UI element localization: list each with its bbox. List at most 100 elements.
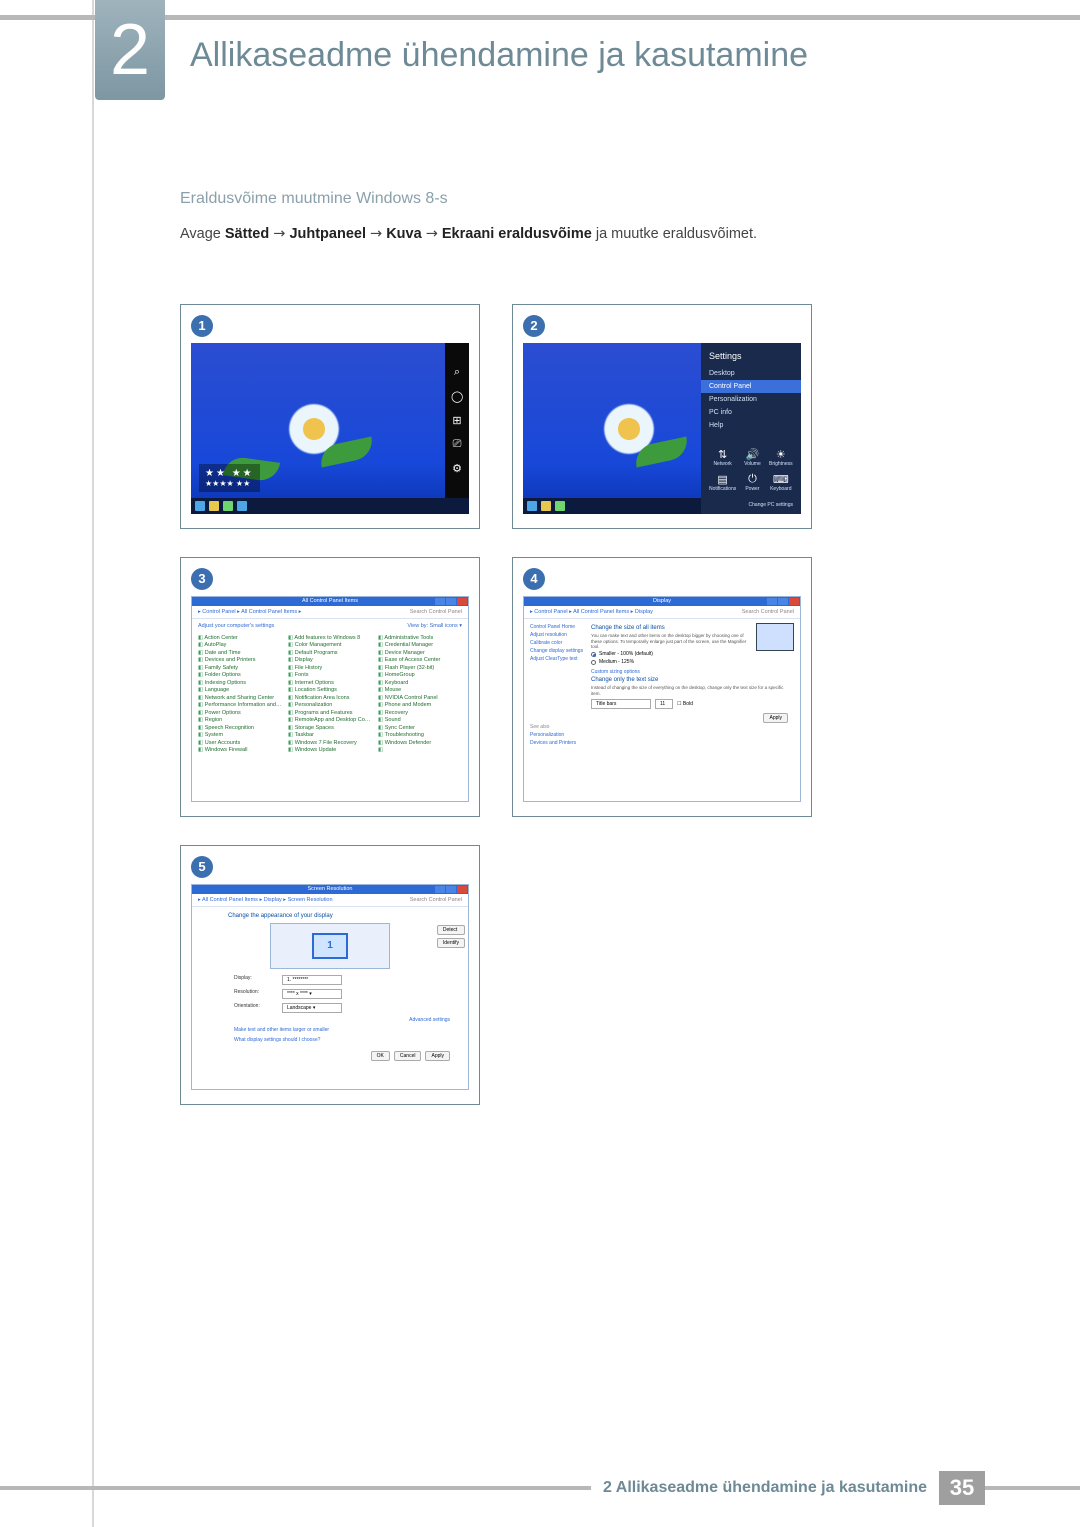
cp-item[interactable]: Internet Options — [288, 680, 372, 686]
cp-item[interactable]: Flash Player (32-bit) — [378, 665, 462, 671]
search-icon[interactable]: ⌕ — [451, 366, 463, 378]
max-button[interactable] — [778, 598, 788, 605]
cp-item[interactable]: Troubleshooting — [378, 732, 462, 738]
bold-checkbox[interactable]: ☐ Bold — [677, 701, 693, 707]
resolution-dropdown[interactable]: **** x **** ▾ — [282, 989, 342, 999]
taskbar-explorer-icon[interactable] — [541, 501, 551, 511]
advanced-settings-link[interactable]: Advanced settings — [409, 1017, 450, 1023]
cp-item[interactable] — [378, 747, 462, 753]
cp-item[interactable]: Region — [198, 717, 282, 723]
cp-item[interactable]: Keyboard — [378, 680, 462, 686]
cp-item[interactable]: Windows Update — [288, 747, 372, 753]
cp-item[interactable]: Devices and Printers — [198, 657, 282, 663]
min-button[interactable] — [767, 598, 777, 605]
cp-item[interactable]: Sound — [378, 717, 462, 723]
network-icon[interactable]: ⇅Network — [709, 448, 736, 467]
breadcrumb[interactable]: ▸ Control Panel ▸ All Control Panel Item… — [192, 606, 468, 619]
cp-item[interactable]: Sync Center — [378, 725, 462, 731]
volume-icon[interactable]: 🔊Volume — [740, 448, 764, 467]
cp-item[interactable]: Family Safety — [198, 665, 282, 671]
cp-item[interactable]: Speech Recognition — [198, 725, 282, 731]
cp-item[interactable]: Add features to Windows 8 — [288, 635, 372, 641]
max-button[interactable] — [446, 886, 456, 893]
radio-smaller[interactable]: Smaller - 100% (default) — [591, 650, 752, 658]
seealso-devices[interactable]: Devices and Printers — [530, 739, 585, 747]
cp-item[interactable]: Location Settings — [288, 687, 372, 693]
breadcrumb[interactable]: ▸ Control Panel ▸ All Control Panel Item… — [524, 606, 800, 619]
viewby-dropdown[interactable]: View by: Small icons ▾ — [407, 623, 462, 629]
window-titlebar[interactable]: Display — [524, 597, 800, 606]
cp-item[interactable]: File History — [288, 665, 372, 671]
radio-medium[interactable]: Medium - 125% — [591, 658, 752, 666]
sidebar-cleartype[interactable]: Adjust ClearType text — [530, 655, 585, 663]
settings-icon[interactable]: ⚙ — [451, 462, 463, 474]
cp-item[interactable]: Indexing Options — [198, 680, 282, 686]
cancel-button[interactable]: Cancel — [394, 1051, 422, 1061]
settings-item-pcinfo[interactable]: PC info — [709, 406, 793, 419]
cp-item[interactable]: System — [198, 732, 282, 738]
cp-item[interactable]: Folder Options — [198, 672, 282, 678]
taskbar-icon[interactable] — [223, 501, 233, 511]
custom-sizing-link[interactable]: Custom sizing options — [591, 666, 752, 675]
orientation-dropdown[interactable]: Landscape ▾ — [282, 1003, 342, 1013]
monitor-icon[interactable]: 1 — [312, 933, 348, 959]
devices-icon[interactable]: ⎚ — [451, 438, 463, 450]
cp-item[interactable]: RemoteApp and Desktop Connections — [288, 717, 372, 723]
cp-item[interactable]: HomeGroup — [378, 672, 462, 678]
cp-item[interactable]: Date and Time — [198, 650, 282, 656]
cp-item[interactable]: Phone and Modem — [378, 702, 462, 708]
breadcrumb[interactable]: ▸ All Control Panel Items ▸ Display ▸ Sc… — [192, 894, 468, 907]
cp-item[interactable]: Administrative Tools — [378, 635, 462, 641]
settings-item-desktop[interactable]: Desktop — [709, 367, 793, 380]
settings-item-help[interactable]: Help — [709, 419, 793, 432]
close-button[interactable] — [789, 598, 799, 605]
sidebar-adjust-resolution[interactable]: Adjust resolution — [530, 631, 585, 639]
cp-item[interactable]: Language — [198, 687, 282, 693]
cp-item[interactable]: Default Programs — [288, 650, 372, 656]
sidebar-change-display-settings[interactable]: Change display settings — [530, 647, 585, 655]
cp-item[interactable]: Action Center — [198, 635, 282, 641]
search-input[interactable]: Search Control Panel — [742, 609, 794, 615]
cp-item[interactable]: Personalization — [288, 702, 372, 708]
share-icon[interactable]: ◯ — [451, 390, 463, 402]
identify-button[interactable]: Identify — [437, 938, 465, 948]
close-button[interactable] — [457, 598, 467, 605]
taskbar-icon[interactable] — [237, 501, 247, 511]
cp-item[interactable]: Ease of Access Center — [378, 657, 462, 663]
cp-item[interactable]: Fonts — [288, 672, 372, 678]
min-button[interactable] — [435, 598, 445, 605]
ok-button[interactable]: OK — [371, 1051, 390, 1061]
cp-item[interactable]: Color Management — [288, 642, 372, 648]
cp-item[interactable]: Taskbar — [288, 732, 372, 738]
taskbar-ie-icon[interactable] — [195, 501, 205, 511]
cp-item[interactable]: Network and Sharing Center — [198, 695, 282, 701]
seealso-personalization[interactable]: Personalization — [530, 731, 585, 739]
apply-button[interactable]: Apply — [763, 713, 788, 723]
window-titlebar[interactable]: All Control Panel Items — [192, 597, 468, 606]
cp-item[interactable]: Credential Manager — [378, 642, 462, 648]
notifications-icon[interactable]: ▤Notifications — [709, 473, 736, 492]
display-preview[interactable]: 1 — [270, 923, 390, 969]
cp-item[interactable]: Windows Defender — [378, 740, 462, 746]
cp-item[interactable]: Performance Information and Tools — [198, 702, 282, 708]
cp-item[interactable]: Windows Firewall — [198, 747, 282, 753]
what-settings-link[interactable]: What display settings should I choose? — [200, 1035, 460, 1045]
cp-item[interactable]: Storage Spaces — [288, 725, 372, 731]
cp-item[interactable]: Device Manager — [378, 650, 462, 656]
power-icon[interactable]: ⏻Power — [740, 473, 764, 492]
close-button[interactable] — [457, 886, 467, 893]
taskbar[interactable] — [191, 498, 469, 514]
settings-item-personalization[interactable]: Personalization — [709, 393, 793, 406]
search-input[interactable]: Search Control Panel — [410, 609, 462, 615]
cp-item[interactable]: User Accounts — [198, 740, 282, 746]
resize-text-link[interactable]: Make text and other items larger or smal… — [200, 1025, 460, 1035]
cp-item[interactable]: Recovery — [378, 710, 462, 716]
cp-item[interactable]: AutoPlay — [198, 642, 282, 648]
cp-item[interactable]: NVIDIA Control Panel — [378, 695, 462, 701]
taskbar-ie-icon[interactable] — [527, 501, 537, 511]
item-dropdown[interactable]: Title bars — [591, 699, 651, 709]
sidebar-cp-home[interactable]: Control Panel Home — [530, 623, 585, 631]
max-button[interactable] — [446, 598, 456, 605]
search-input[interactable]: Search Control Panel — [410, 897, 462, 903]
cp-item[interactable]: Programs and Features — [288, 710, 372, 716]
